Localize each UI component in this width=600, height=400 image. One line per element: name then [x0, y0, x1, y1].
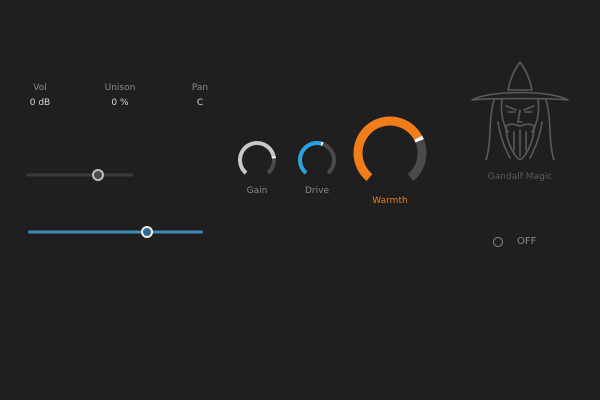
vol-readout[interactable]: Vol 0 dB: [10, 82, 70, 109]
warmth-knob-dial[interactable]: [350, 116, 430, 190]
slider-grey-thumb[interactable]: [91, 169, 104, 181]
warmth-knob[interactable]: Warmth: [349, 116, 431, 206]
wizard-caption: Gandalf Magic: [487, 172, 553, 182]
gain-value-arc: [238, 141, 276, 175]
toggle-radio[interactable]: [493, 236, 503, 247]
slider-blue[interactable]: [28, 222, 203, 242]
gain-knob[interactable]: Gain: [232, 138, 282, 196]
drive-label: Drive: [305, 186, 329, 196]
warmth-indicator: [414, 135, 424, 143]
gain-knob-dial[interactable]: [235, 138, 279, 182]
gain-label: Gain: [246, 186, 268, 196]
unison-readout[interactable]: Unison 0 %: [90, 82, 150, 109]
slider-blue-thumb[interactable]: [141, 226, 153, 238]
plugin-panel: Vol 0 dB Unison 0 % Pan C Gain Drive War…: [0, 0, 600, 400]
drive-knob[interactable]: Drive: [292, 138, 342, 196]
unison-label: Unison: [104, 83, 136, 93]
unison-value: 0 %: [111, 98, 129, 108]
vol-value: 0 dB: [29, 98, 51, 108]
pan-value: C: [196, 98, 204, 108]
warmth-label: Warmth: [372, 196, 408, 206]
magic-toggle[interactable]: OFF: [493, 236, 536, 247]
pan-label: Pan: [191, 83, 209, 93]
drive-indicator: [320, 141, 324, 146]
wizard-badge: Gandalf Magic: [470, 60, 570, 182]
gandalf-wizard-icon: [471, 61, 569, 161]
warmth-value-arc: [353, 116, 423, 181]
pan-readout[interactable]: Pan C: [170, 82, 230, 109]
toggle-state-label: OFF: [517, 236, 537, 247]
drive-knob-dial[interactable]: [295, 138, 339, 182]
slider-grey-fill: [26, 174, 133, 177]
drive-value-arc: [298, 141, 322, 175]
slider-grey[interactable]: [26, 165, 133, 185]
slider-blue-fill: [28, 230, 203, 234]
vol-label: Vol: [33, 83, 47, 93]
